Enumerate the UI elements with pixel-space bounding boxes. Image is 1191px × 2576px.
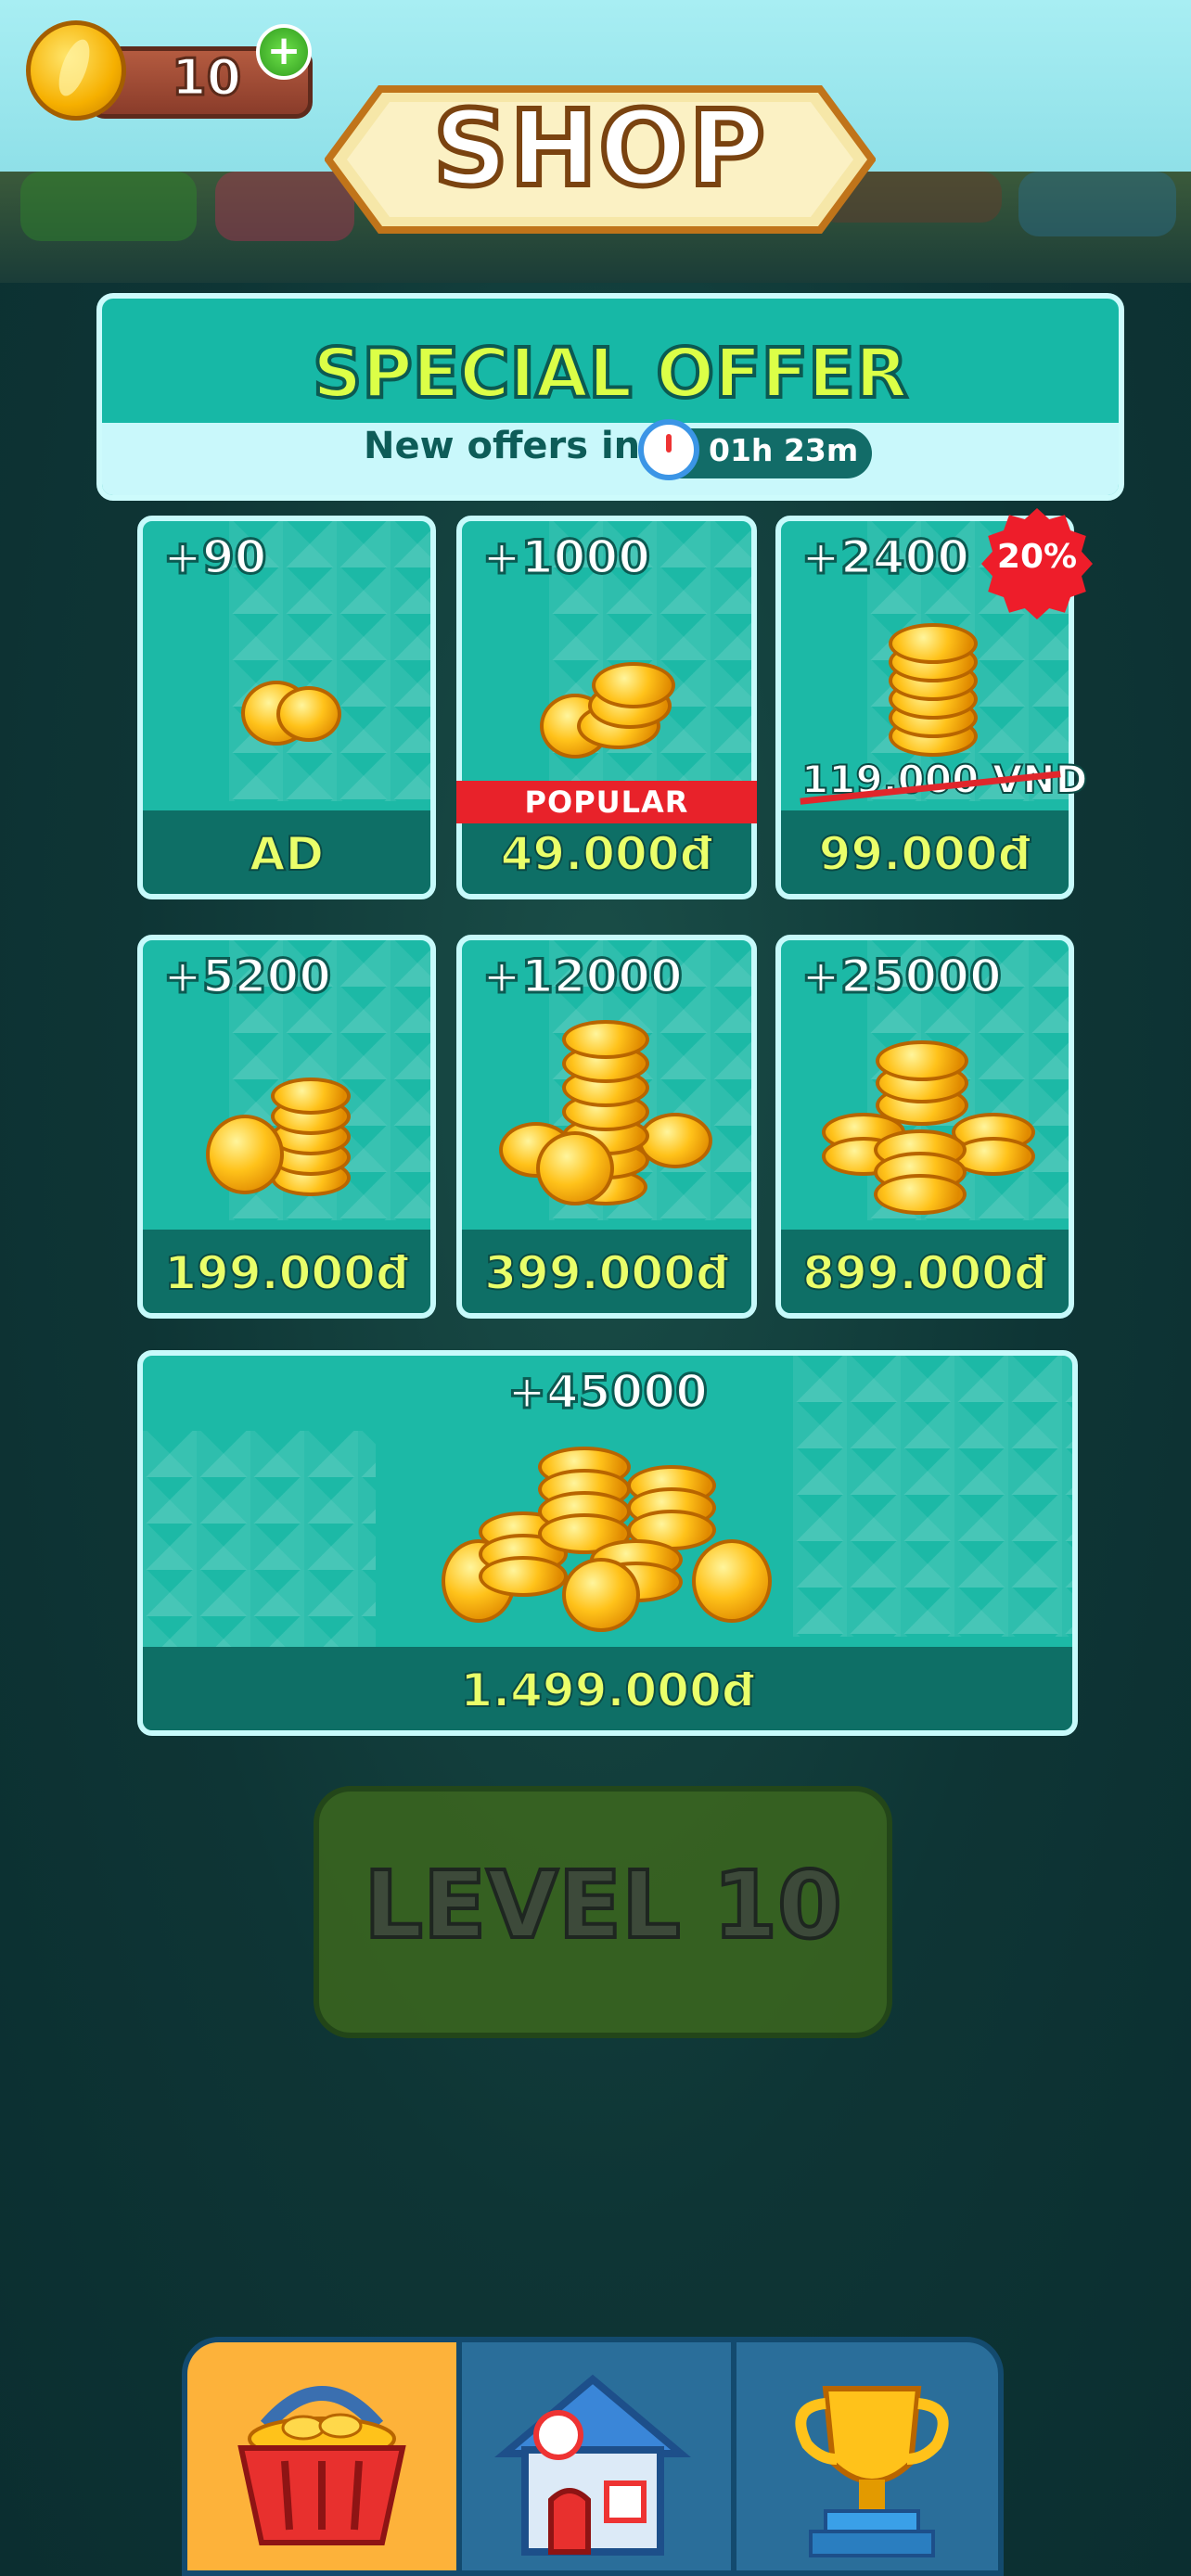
pack-card-12000[interactable]: +12000 399.000đ xyxy=(456,935,757,1319)
pack-amount: +12000 xyxy=(481,949,685,1005)
pack-amount: +2400 xyxy=(800,529,970,586)
level-label: LEVEL 10 xyxy=(362,1849,843,1961)
page-title: SHOP xyxy=(430,86,768,212)
pack-amount: +90 xyxy=(161,529,267,586)
coin-stack-icon xyxy=(206,1059,354,1198)
pack-price: 49.000đ xyxy=(500,826,714,882)
popular-badge: POPULAR xyxy=(456,781,757,823)
pack-price: 899.000đ xyxy=(801,1245,1048,1301)
pack-card-25000[interactable]: +25000 899.000đ xyxy=(775,935,1074,1319)
alarm-clock-icon xyxy=(638,419,699,480)
pack-card-45000[interactable]: +45000 1.499.000đ xyxy=(137,1350,1078,1736)
coin-pile-icon xyxy=(540,649,679,760)
pack-amount: +5200 xyxy=(161,949,332,1005)
pack-amount: +45000 xyxy=(506,1364,710,1421)
pack-price: 399.000đ xyxy=(483,1245,730,1301)
bottom-nav xyxy=(182,2337,1004,2576)
new-offers-label: New offers in: xyxy=(364,425,656,467)
nav-tab-home[interactable] xyxy=(462,2342,731,2570)
faded-green-button xyxy=(20,172,197,241)
coin-small-icon xyxy=(232,668,352,751)
offer-timer: 01h 23m xyxy=(709,432,859,468)
pack-price: 1.499.000đ xyxy=(459,1663,755,1718)
discount-label: 20% xyxy=(996,538,1078,576)
basket-icon xyxy=(237,2386,406,2545)
pack-card-1000[interactable]: +1000 49.000đ xyxy=(456,516,757,899)
coin-count: 10 xyxy=(170,47,242,108)
pack-card-90[interactable]: +90 AD xyxy=(137,516,436,899)
pack-price: AD xyxy=(249,826,325,882)
nav-tab-leaderboard[interactable] xyxy=(736,2342,998,2570)
special-offer-title: SPECIAL OFFER xyxy=(311,332,910,415)
coin-icon xyxy=(26,20,126,121)
trophy-icon xyxy=(795,2386,949,2557)
special-offer-panel: SPECIAL OFFER xyxy=(96,293,1124,501)
add-coins-button[interactable]: + xyxy=(256,24,312,80)
pack-price: 99.000đ xyxy=(818,826,1032,882)
coin-stack-icon xyxy=(883,623,985,762)
pack-card-5200[interactable]: +5200 199.000đ xyxy=(137,935,436,1319)
coin-heap-icon xyxy=(822,1029,1035,1215)
pack-amount: +1000 xyxy=(480,529,651,586)
nav-tab-shop[interactable] xyxy=(187,2342,456,2570)
house-icon xyxy=(494,2374,691,2556)
coin-treasure-icon xyxy=(442,1447,775,1632)
pack-amount: +25000 xyxy=(800,949,1004,1005)
pack-price: 199.000đ xyxy=(163,1245,410,1301)
coin-tower-icon xyxy=(499,1020,722,1205)
faded-blue-button xyxy=(1018,172,1176,236)
